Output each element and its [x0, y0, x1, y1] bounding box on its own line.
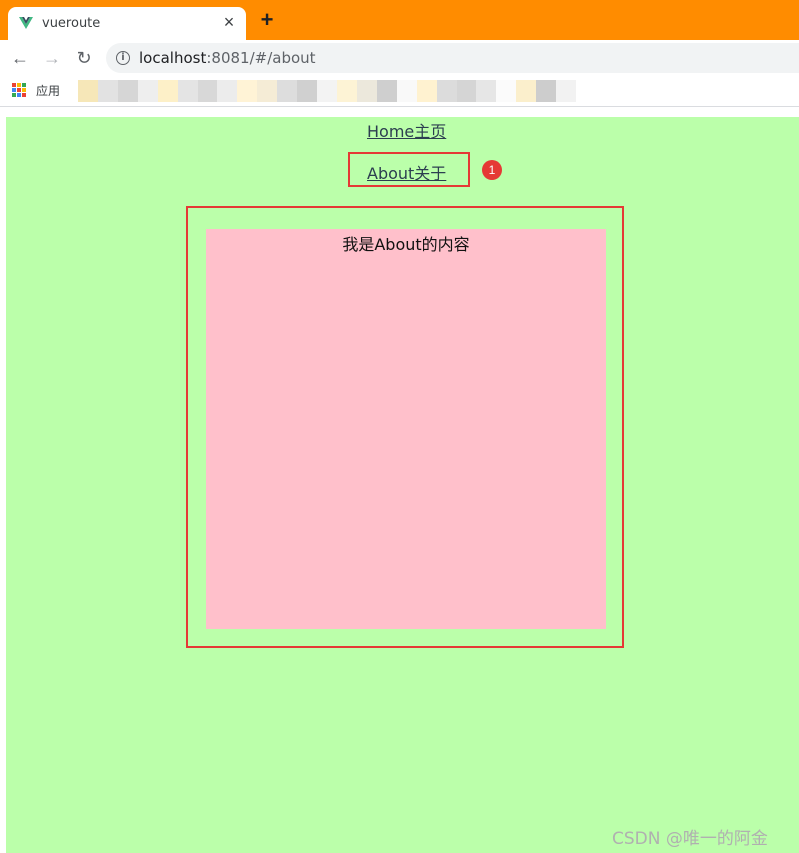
browser-tab[interactable]: vueroute ×: [8, 7, 246, 40]
vue-logo-icon: [19, 17, 33, 29]
blurred-bookmarks: [78, 80, 577, 102]
apps-grid-icon[interactable]: [12, 83, 26, 97]
tab-strip: vueroute × +: [0, 0, 799, 40]
about-link[interactable]: About关于: [367, 160, 446, 184]
page-viewport: Home主页 About关于 1 我是About的内容: [6, 117, 799, 853]
url-host: localhost: [139, 49, 207, 67]
reload-icon[interactable]: ↻: [74, 48, 94, 68]
annotation-badge: 1: [482, 160, 502, 180]
browser-toolbar: ← → ↻ i localhost:8081/#/about: [0, 40, 799, 76]
url-text: localhost:8081/#/about: [139, 49, 316, 67]
address-bar[interactable]: i localhost:8081/#/about: [106, 43, 799, 73]
home-link[interactable]: Home主页: [367, 118, 446, 142]
forward-arrow-icon[interactable]: →: [42, 48, 62, 68]
about-link-highlight: About关于: [348, 152, 470, 187]
watermark: CSDN @唯一的阿金: [612, 829, 768, 849]
tab-title: vueroute: [42, 16, 101, 31]
close-tab-icon[interactable]: ×: [220, 13, 238, 31]
apps-label[interactable]: 应用: [36, 82, 60, 99]
new-tab-button[interactable]: +: [256, 9, 278, 31]
back-arrow-icon[interactable]: ←: [10, 48, 30, 68]
about-content-text: 我是About的内容: [342, 235, 470, 254]
about-content-panel: 我是About的内容: [206, 229, 606, 629]
bookmarks-bar: 应用: [0, 76, 799, 107]
url-path: :8081/#/about: [206, 49, 316, 67]
info-icon[interactable]: i: [116, 51, 130, 65]
